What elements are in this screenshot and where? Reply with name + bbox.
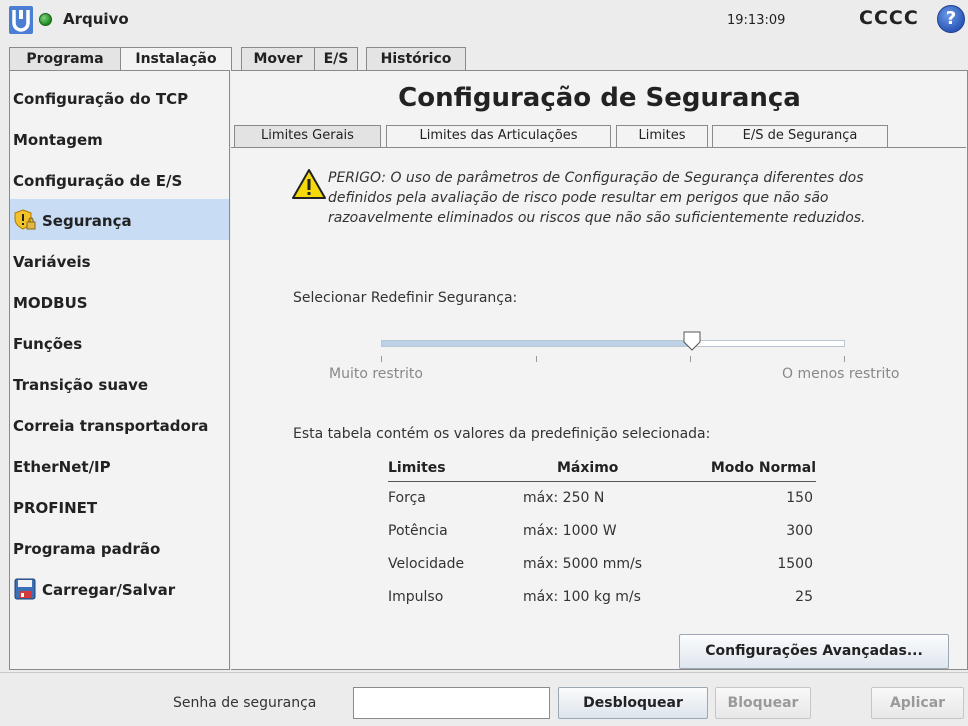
table-header-limites: Limites	[388, 460, 446, 476]
clock: 19:13:09	[727, 13, 786, 28]
table-cell: Potência	[388, 523, 448, 539]
help-icon[interactable]: ?	[937, 5, 965, 33]
table-cell: 300	[786, 523, 813, 539]
table-header-divider	[388, 481, 816, 482]
tab-instalacao[interactable]: Instalação	[120, 47, 232, 72]
sidebar-item-label: Configuração do TCP	[13, 90, 189, 108]
sidebar-item-variaveis[interactable]: Variáveis	[10, 240, 229, 281]
table-cell: máx: 100 kg m/s	[523, 589, 641, 605]
sidebar-item-correia[interactable]: Correia transportadora	[10, 404, 229, 445]
slider-max-label: O menos restrito	[782, 366, 900, 382]
general-limits-panel: PERIGO: O uso de parâmetros de Configura…	[231, 147, 966, 669]
sidebar-item-transicao[interactable]: Transição suave	[10, 363, 229, 404]
tab-limites-gerais[interactable]: Limites Gerais	[234, 125, 381, 147]
sidebar-item-label: Correia transportadora	[13, 417, 209, 435]
safety-password-field[interactable]	[353, 687, 550, 719]
advanced-settings-button[interactable]: Configurações Avançadas...	[679, 634, 949, 669]
sidebar-item-carregar-salvar[interactable]: Carregar/Salvar	[10, 568, 229, 609]
table-cell: máx: 5000 mm/s	[523, 556, 643, 572]
table-row: Velocidade máx: 5000 mm/s 1500	[388, 552, 816, 578]
safety-config-panel: Configuração de Segurança Limites Gerais…	[231, 70, 968, 670]
table-cell: 150	[786, 490, 813, 506]
sidebar-item-io-config[interactable]: Configuração de E/S	[10, 159, 229, 200]
table-row: Força máx: 250 N 150	[388, 486, 816, 512]
sidebar-item-label: Montagem	[13, 131, 103, 149]
sidebar-item-label: PROFINET	[13, 499, 98, 517]
danger-warning-text: PERIGO: O uso de parâmetros de Configura…	[328, 170, 866, 226]
sidebar-item-label: EtherNet/IP	[13, 458, 111, 476]
sidebar-item-label: Configuração de E/S	[13, 172, 183, 190]
sidebar-item-programa-padrao[interactable]: Programa padrão	[10, 527, 229, 568]
table-row: Impulso máx: 100 kg m/s 25	[388, 585, 816, 611]
installation-sidebar: Configuração do TCP Montagem Configuraçã…	[9, 70, 230, 670]
slider-tick	[690, 356, 691, 362]
table-cell: 1500	[777, 556, 813, 572]
slider-min-label: Muito restrito	[329, 366, 423, 382]
slider-tick	[381, 356, 382, 362]
apply-button[interactable]: Aplicar	[871, 687, 964, 719]
tab-mover[interactable]: Mover	[241, 47, 315, 71]
slider-fill	[382, 341, 693, 346]
table-row: Potência máx: 1000 W 300	[388, 519, 816, 545]
robot-status-icon	[39, 13, 52, 26]
warning-icon	[292, 169, 326, 199]
preset-label: Selecionar Redefinir Segurança:	[293, 290, 518, 306]
footer-bar: Senha de segurança Desbloquear Bloquear …	[0, 672, 968, 726]
unlock-button[interactable]: Desbloquear	[558, 687, 708, 719]
sidebar-item-modbus[interactable]: MODBUS	[10, 281, 229, 322]
top-bar: Arquivo 19:13:09 CCCC ?	[0, 0, 968, 44]
sidebar-item-profinet[interactable]: PROFINET	[10, 486, 229, 527]
table-cell: Velocidade	[388, 556, 465, 572]
sidebar-item-label: Programa padrão	[13, 540, 161, 558]
sidebar-item-label: Transição suave	[13, 376, 149, 394]
file-menu[interactable]: Arquivo	[63, 10, 129, 28]
safety-password-label: Senha de segurança	[173, 695, 317, 711]
sidebar-item-label: Carregar/Salvar	[42, 581, 176, 599]
sidebar-item-tcp[interactable]: Configuração do TCP	[10, 77, 229, 118]
sidebar-item-label: Funções	[13, 335, 83, 353]
sidebar-item-montagem[interactable]: Montagem	[10, 118, 229, 159]
sidebar-item-label: Segurança	[42, 212, 132, 230]
table-header-modo-normal: Modo Normal	[710, 460, 816, 476]
table-caption: Esta tabela contém os valores da predefi…	[293, 426, 711, 442]
slider-tick	[536, 356, 537, 362]
table-cell: máx: 1000 W	[523, 523, 617, 539]
table-cell: Força	[388, 490, 426, 506]
tab-limites[interactable]: Limites	[616, 125, 708, 147]
tab-es-seguranca[interactable]: E/S de Segurança	[712, 125, 888, 147]
robot-name: CCCC	[859, 7, 919, 29]
slider-tick	[844, 356, 845, 362]
sidebar-item-label: Variáveis	[13, 253, 91, 271]
table-header-maximo: Máximo	[557, 460, 619, 476]
tab-programa[interactable]: Programa	[9, 47, 121, 71]
sidebar-item-label: MODBUS	[13, 294, 88, 312]
save-disk-icon	[14, 578, 36, 600]
table-cell: Impulso	[388, 589, 444, 605]
sidebar-item-funcoes[interactable]: Funções	[10, 322, 229, 363]
tab-limites-articulacoes[interactable]: Limites das Articulações	[386, 125, 611, 147]
page-title: Configuração de Segurança	[398, 83, 801, 113]
table-cell: máx: 250 N	[523, 490, 605, 506]
sidebar-item-ethernetip[interactable]: EtherNet/IP	[10, 445, 229, 486]
ur-logo-icon	[9, 6, 33, 34]
table-cell: 25	[795, 589, 813, 605]
shield-lock-icon	[14, 209, 36, 230]
lock-button[interactable]: Bloquear	[715, 687, 811, 719]
tab-es[interactable]: E/S	[314, 47, 358, 71]
slider-thumb[interactable]	[682, 331, 702, 351]
tab-historico[interactable]: Histórico	[366, 47, 466, 71]
sidebar-item-seguranca[interactable]: Segurança	[10, 199, 229, 240]
safety-preset-slider-track[interactable]	[381, 340, 845, 347]
